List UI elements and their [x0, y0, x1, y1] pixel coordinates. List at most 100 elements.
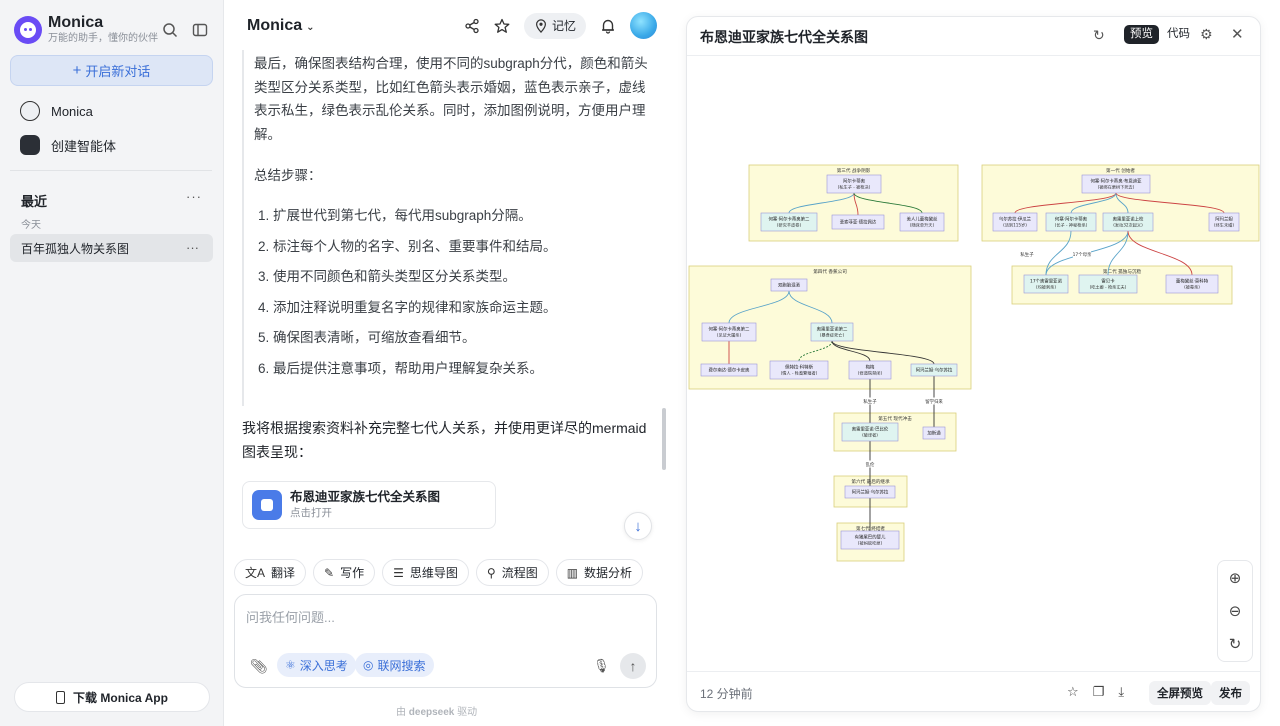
zoom-out-icon[interactable]: ⊖: [1229, 602, 1242, 620]
publish-button[interactable]: 发布: [1211, 681, 1250, 705]
atom-icon: ⚛: [285, 658, 296, 672]
data-analysis-button[interactable]: ▥ 数据分析: [555, 559, 644, 586]
edge-label: 留学归来: [925, 398, 943, 405]
model-selector[interactable]: Monica ⌄: [247, 17, 315, 35]
view-toggle: 预览 代码: [1124, 25, 1196, 44]
chart-icon: ▥: [566, 565, 579, 580]
close-icon[interactable]: ✕: [1231, 25, 1244, 43]
artifact-card[interactable]: 布恩迪亚家族七代全关系图 点击打开: [242, 481, 496, 529]
share-icon[interactable]: [464, 18, 480, 34]
tab-preview[interactable]: 预览: [1124, 25, 1159, 44]
microphone-icon[interactable]: 🎙︎: [593, 658, 610, 674]
zoom-controls: ⊕ ⊖ ↻: [1217, 560, 1253, 662]
download-icon[interactable]: ⤓: [1118, 684, 1124, 700]
settings-sliders-icon[interactable]: ⚙: [1200, 26, 1213, 43]
globe-icon: ◎: [363, 658, 374, 672]
node-name: 佩特拉·科特斯: [785, 364, 813, 371]
node-name: 何塞·阿尔卡蒂奥: [1055, 216, 1088, 223]
node-name: 雷贝卡: [1101, 278, 1115, 285]
write-button[interactable]: ✎ 写作: [313, 559, 376, 586]
document-icon: [252, 490, 282, 520]
node-note: (私生子 - 被枪决): [838, 184, 871, 191]
node-note: (长子 - 神秘枪杀): [1055, 222, 1088, 229]
translate-button[interactable]: 文A 翻译: [234, 559, 307, 586]
bell-icon[interactable]: [600, 18, 616, 34]
node-note: (修道院禁闭): [858, 370, 883, 377]
hierarchy-icon: ⚲: [486, 565, 496, 580]
node-note: (发动32次起义): [1113, 222, 1143, 229]
node-name: 加斯通: [927, 430, 941, 437]
sidebar-item-label: 创建智能体: [51, 138, 117, 154]
node-name: 美人儿蕾梅黛丝: [907, 216, 938, 223]
sidebar-toggle-icon[interactable]: [192, 22, 208, 38]
node-name: 阿玛兰妲·乌尔苏拉: [852, 489, 889, 496]
node-name: 蕾梅黛丝·莫科特: [1176, 278, 1209, 285]
flowchart-button[interactable]: ⚲ 流程图: [475, 559, 549, 586]
node-note: (破译者): [862, 432, 878, 439]
download-label: 下载 Monica App: [73, 690, 168, 705]
chevron-down-icon: ⌄: [306, 22, 315, 33]
card-subtitle: 点击打开: [290, 507, 332, 519]
reset-zoom-icon[interactable]: ↻: [1229, 635, 1242, 653]
star-icon[interactable]: [494, 18, 510, 34]
model-label: Monica: [247, 17, 303, 34]
list-item: 3. 使用不同颜色和箭头类型区分关系类型。: [258, 269, 517, 284]
divider: [687, 671, 1260, 672]
web-search-toggle[interactable]: ◎ 联网搜索: [355, 653, 434, 677]
fullscreen-preview-button[interactable]: 全屏预览: [1149, 681, 1211, 705]
sidebar-item-create-agent[interactable]: 创建智能体: [20, 135, 116, 155]
brand-tagline: 万能的助手，懂你的伙伴: [48, 33, 158, 44]
scrollbar[interactable]: [662, 408, 666, 470]
mermaid-diagram[interactable]: 第三代 战争阴影 第一代 创始者第四代 香蕉公司 第二代 孤独与沉稳第五代 现代冲击…: [687, 56, 1261, 671]
edge-label: 私生子: [863, 398, 877, 405]
group-label: 第六代 最后的继承: [851, 478, 890, 485]
search-icon[interactable]: [162, 22, 178, 38]
plus-icon: +: [72, 62, 82, 79]
node-name: 双胞胎混淆: [778, 282, 801, 289]
node-name: 阿玛兰妲·乌尔苏拉: [916, 367, 953, 374]
user-avatar[interactable]: [630, 12, 658, 39]
memory-label: 记忆: [552, 19, 577, 33]
node-note: (活到115岁): [1003, 222, 1027, 229]
divider: [10, 170, 212, 171]
list-item: 2. 标注每个人物的名字、别名、重要事件和结局。: [258, 238, 557, 254]
recent-more-button[interactable]: ···: [186, 189, 202, 204]
sidebar-item-monica[interactable]: Monica: [20, 101, 93, 121]
download-app-button[interactable]: 下载 Monica App: [14, 682, 210, 712]
tab-code[interactable]: 代码: [1161, 25, 1196, 44]
send-button[interactable]: ↑: [620, 653, 646, 679]
list-item: 4. 添加注释说明重复名字的规律和家族命运主题。: [258, 299, 557, 315]
new-chat-button[interactable]: + 开启新对话: [10, 55, 213, 86]
chat-input-box[interactable]: 问我任何问题... 📎︎ ⚛ 深入思考 ◎ 联网搜索 🎙︎ ↑: [234, 594, 657, 688]
memory-button[interactable]: 记忆: [524, 12, 587, 39]
refresh-icon[interactable]: ↻: [1093, 27, 1105, 44]
list-item: 1. 扩展世代到第七代，每代用subgraph分隔。: [258, 208, 532, 223]
copy-icon[interactable]: ❐: [1093, 684, 1105, 700]
node-name: 乌尔苏拉·伊瓜兰: [999, 216, 1032, 223]
steps-list: 1. 扩展世代到第七代，每代用subgraph分隔。 2. 标注每个人物的名字、…: [258, 205, 658, 388]
node-name: 奥雷里亚诺第二: [817, 326, 848, 333]
zoom-in-icon[interactable]: ⊕: [1229, 569, 1242, 587]
node-name: 何塞·阿尔卡蒂奥·布恩迪亚: [1090, 178, 1142, 185]
list-icon: ☰: [393, 565, 404, 580]
brand-name: Monica: [48, 14, 104, 31]
mindmap-button[interactable]: ☰ 思维导图: [382, 559, 469, 586]
node-note: (吃土癖 - 枪杀丈夫): [1090, 284, 1127, 291]
chat-input[interactable]: 问我任何问题...: [246, 607, 335, 626]
group-label: 第三代 战争阴影: [837, 167, 871, 174]
node-note: (研究羊皮卷): [777, 222, 802, 229]
phone-icon: [56, 690, 66, 704]
history-more-button[interactable]: ···: [186, 240, 199, 255]
translate-icon: 文A: [245, 566, 266, 580]
scroll-down-button[interactable]: ↓: [624, 512, 652, 540]
group-label: 第四代 香蕉公司: [813, 268, 847, 275]
brand[interactable]: Monica 万能的助手，懂你的伙伴: [14, 14, 158, 45]
star-icon[interactable]: ☆: [1067, 684, 1079, 700]
history-item[interactable]: 百年孤独人物关系图 ···: [10, 234, 213, 262]
attachment-icon[interactable]: 📎︎: [250, 658, 268, 675]
node-note: (见证大屠杀): [717, 332, 742, 339]
assistant-reply: 我将根据搜索资料补充完整七代人关系，并使用更详尽的mermaid图表呈现：: [242, 420, 647, 460]
deep-think-toggle[interactable]: ⚛ 深入思考: [277, 653, 356, 677]
new-chat-label: 开启新对话: [85, 64, 151, 79]
thinking-paragraph: 最后，确保图表结构合理，使用不同的subgraph分代，颜色和箭头类型区分关系类…: [254, 56, 648, 142]
